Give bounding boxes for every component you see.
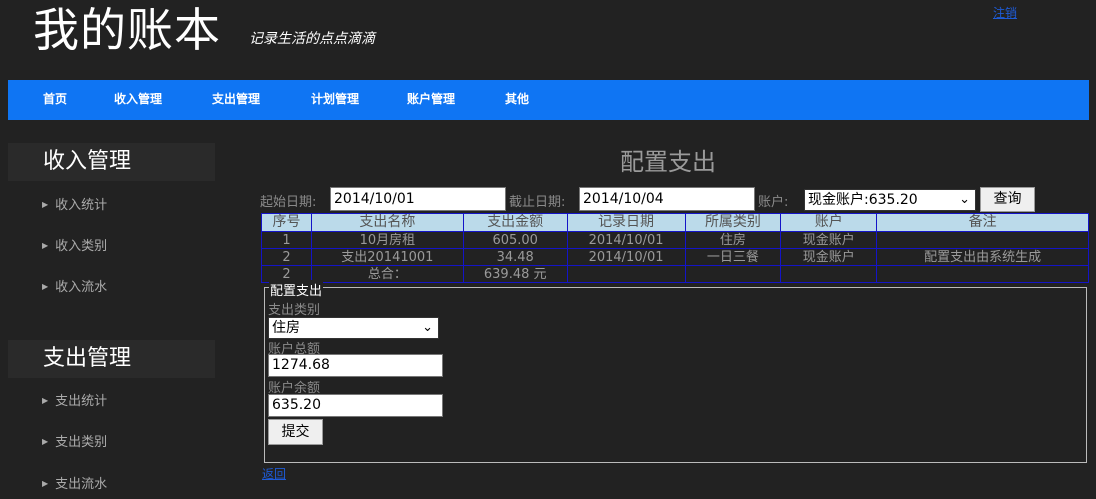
table-cell: 住房 [684,231,782,249]
account-label: 账户: [758,195,789,210]
nav-expense[interactable]: 支出管理 [212,90,260,107]
table-cell: 配置支出由系统生成 [876,248,1089,266]
total-input[interactable]: 1274.68 [268,354,443,377]
sidebar-income-heading: 收入管理 [8,143,215,181]
table-cell: 现金账户 [780,231,878,249]
table-cell: 现金账户 [780,248,878,266]
page-title: 配置支出 [620,148,716,176]
end-date-input[interactable]: 2014/10/04 [579,187,755,211]
category-select-value: 住房 [272,320,300,336]
table-header-row: 序号 支出名称 支出金额 记录日期 所属类别 账户 备注 [261,213,1089,232]
table-cell: 2 [261,248,312,266]
main-nav: 首页 收入管理 支出管理 计划管理 账户管理 其他 [8,80,1089,120]
submit-button[interactable]: 提交 [268,419,323,445]
table-cell [566,265,686,283]
sidebar-item-label: 支出类别 [55,435,108,450]
nav-other[interactable]: 其他 [505,90,529,107]
table-cell: 639.48 元 [462,265,568,283]
start-date-input[interactable]: 2014/10/01 [330,187,506,211]
account-select[interactable]: 现金账户:635.20 ⌄ [804,189,976,211]
table-cell: 10月房租 [310,231,464,249]
arrow-right-icon: ▶ [42,200,49,209]
sidebar-item-expense-flow[interactable]: ▶ 支出流水 [42,473,107,492]
config-legend: 配置支出 [269,280,324,299]
table-cell: 605.00 [462,231,568,249]
sidebar-expense-heading: 支出管理 [8,340,215,378]
start-date-label: 起始日期: [260,195,317,210]
sidebar-item-income-category[interactable]: ▶ 收入类别 [42,235,107,254]
table-cell: 34.48 [462,248,568,266]
nav-account[interactable]: 账户管理 [407,90,455,107]
site-subtitle: 记录生活的点点滴滴 [249,31,375,47]
expense-table: 序号 支出名称 支出金额 记录日期 所属类别 账户 备注 1 10月房租 605… [261,213,1089,283]
nav-plan[interactable]: 计划管理 [311,90,359,107]
balance-input[interactable]: 635.20 [268,394,443,417]
table-cell [876,265,1089,283]
column-header: 所属类别 [684,213,782,232]
column-header: 备注 [876,213,1089,232]
table-cell [876,231,1089,249]
header: 我的账本 记录生活的点点滴滴 注销 [0,0,1096,70]
table-cell: 总合： [310,265,464,283]
arrow-right-icon: ▶ [42,282,49,291]
column-header: 支出金额 [462,213,568,232]
site-title: 我的账本 [33,3,221,57]
back-link[interactable]: 返回 [262,465,286,482]
sidebar-item-label: 收入统计 [55,198,108,213]
column-header: 账户 [780,213,878,232]
sidebar-item-label: 收入流水 [55,280,108,295]
table-cell [780,265,878,283]
query-button[interactable]: 查询 [980,187,1035,212]
table-cell: 2014/10/01 [566,248,686,266]
arrow-right-icon: ▶ [42,396,49,405]
category-label: 支出类别 [268,303,321,318]
category-select[interactable]: 住房 ⌄ [268,317,439,339]
nav-home[interactable]: 首页 [43,90,67,107]
table-cell: 一日三餐 [684,248,782,266]
chevron-down-icon: ⌄ [422,320,433,335]
sidebar-item-expense-category[interactable]: ▶ 支出类别 [42,431,107,450]
chevron-down-icon: ⌄ [959,192,970,207]
nav-income[interactable]: 收入管理 [114,90,162,107]
column-header: 支出名称 [310,213,464,232]
table-cell: 2014/10/01 [566,231,686,249]
arrow-right-icon: ▶ [42,479,49,488]
sidebar-item-expense-stats[interactable]: ▶ 支出统计 [42,390,107,409]
table-cell [684,265,782,283]
table-summary-row: 2 总合： 639.48 元 [261,265,1089,283]
sidebar-item-label: 收入类别 [55,239,108,254]
sidebar-item-label: 支出流水 [55,477,108,492]
logout-link[interactable]: 注销 [993,4,1017,21]
table-cell: 支出20141001 [310,248,464,266]
column-header: 序号 [261,213,312,232]
account-select-value: 现金账户:635.20 [808,192,918,208]
arrow-right-icon: ▶ [42,241,49,250]
arrow-right-icon: ▶ [42,437,49,446]
sidebar-item-label: 支出统计 [55,394,108,409]
sidebar-item-income-flow[interactable]: ▶ 收入流水 [42,276,107,295]
end-date-label: 截止日期: [509,195,566,210]
sidebar-item-income-stats[interactable]: ▶ 收入统计 [42,194,107,213]
table-row: 1 10月房租 605.00 2014/10/01 住房 现金账户 [261,231,1089,249]
table-row: 2 支出20141001 34.48 2014/10/01 一日三餐 现金账户 … [261,248,1089,266]
column-header: 记录日期 [566,213,686,232]
table-cell: 1 [261,231,312,249]
